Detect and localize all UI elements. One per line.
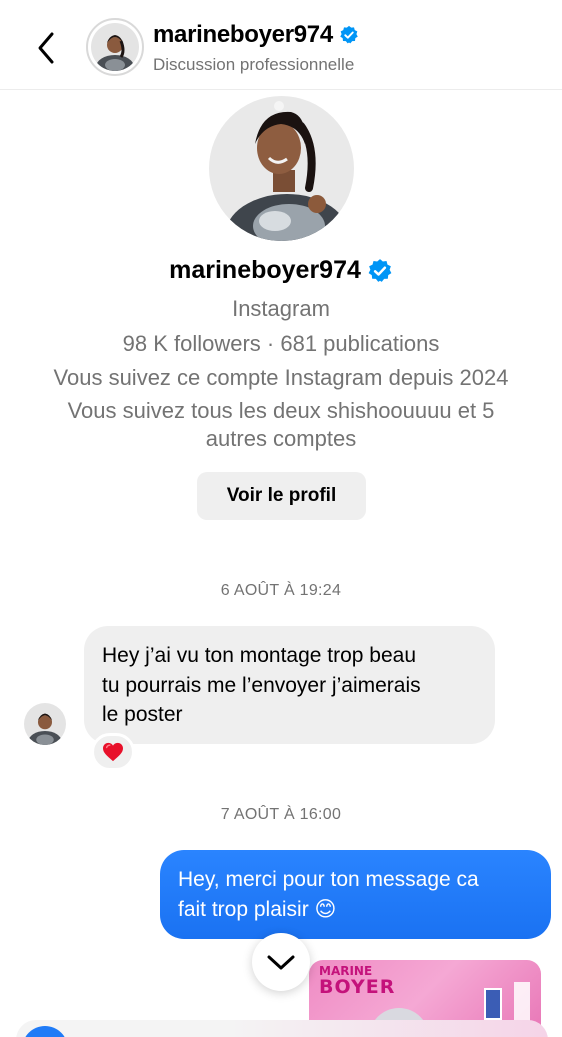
chevron-down-icon: [267, 955, 295, 970]
message-line: Hey, merci pour ton message ca: [178, 868, 479, 891]
profile-username: marineboyer974: [0, 256, 562, 285]
profile-following-since: Vous suivez ce compte Instagram depuis 2…: [53, 365, 509, 390]
message-composer[interactable]: [16, 1020, 548, 1037]
avatar-image: [91, 23, 139, 71]
profile-mutuals-line1: Vous suivez tous les deux shishoouuuu et…: [67, 398, 495, 423]
chevron-left-icon: [38, 32, 54, 64]
message-line: Hey j’ai vu ton montage trop beau: [102, 644, 417, 667]
message-line: fait trop plaisir 😊: [178, 897, 337, 921]
shared-image-badge: [484, 988, 502, 1020]
header-username[interactable]: marineboyer974: [153, 21, 359, 49]
message-timestamp: 7 AOÛT À 16:00: [220, 806, 342, 823]
message-line: le poster: [102, 703, 183, 726]
message-timestamp: 6 AOÛT À 19:24: [220, 582, 342, 599]
profile-photo: [209, 96, 354, 241]
verified-badge-icon: [340, 25, 358, 44]
profile-mutuals-line2: autres comptes: [205, 426, 357, 451]
avatar-image: [24, 703, 66, 745]
shared-image-text-name: BOYER: [319, 976, 396, 998]
profile-avatar[interactable]: [209, 96, 354, 241]
verified-badge-icon: [368, 258, 392, 282]
profile-platform: Instagram: [232, 296, 330, 321]
message-line: tu pourrais me l’envoyer j’aimerais: [102, 673, 421, 697]
view-profile-button[interactable]: Voir le profil: [197, 472, 366, 520]
header-avatar[interactable]: [86, 18, 144, 76]
heart-reaction[interactable]: ❤️: [91, 733, 135, 771]
sender-avatar[interactable]: [24, 703, 66, 745]
chat-header: marineboyer974 Discussion professionnell…: [0, 0, 562, 90]
header-subtitle: Discussion professionnelle: [153, 55, 355, 74]
heart-icon: [102, 742, 124, 762]
scroll-down-button[interactable]: [252, 933, 310, 991]
outgoing-message-bubble[interactable]: Hey, merci pour ton message ca fait trop…: [160, 850, 551, 939]
incoming-message-bubble[interactable]: Hey j’ai vu ton montage trop beau tu pou…: [84, 626, 495, 744]
back-button[interactable]: [30, 28, 64, 68]
profile-stats: 98 K followers · 681 publications: [122, 331, 440, 356]
